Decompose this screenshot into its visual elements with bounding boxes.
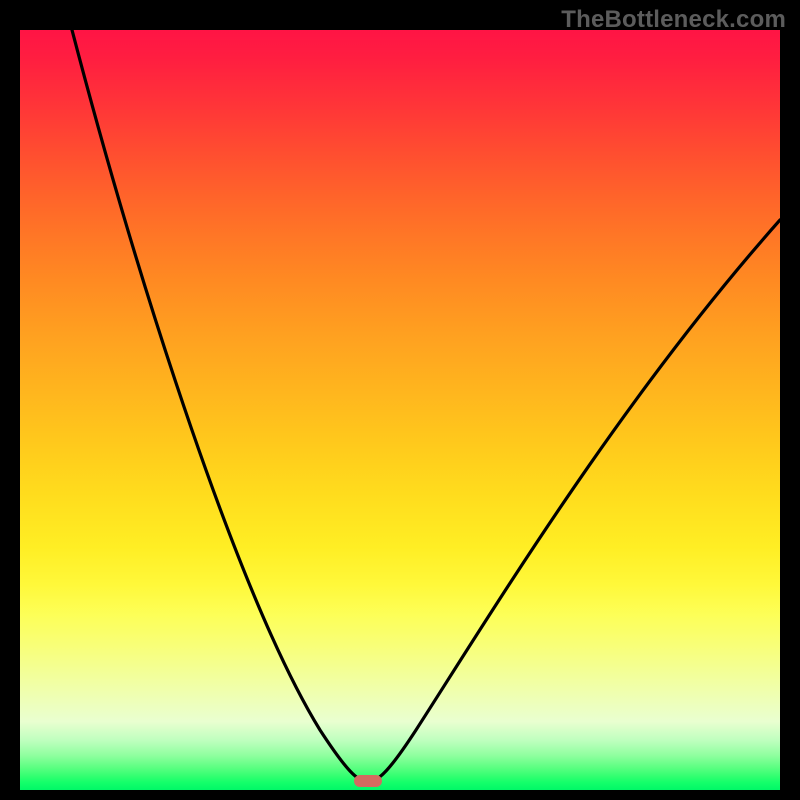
curve-svg: [20, 30, 780, 790]
chart-frame: TheBottleneck.com: [0, 0, 800, 800]
plot-area: [20, 30, 780, 790]
bottleneck-curve: [72, 30, 780, 782]
optimum-marker: [354, 775, 382, 787]
